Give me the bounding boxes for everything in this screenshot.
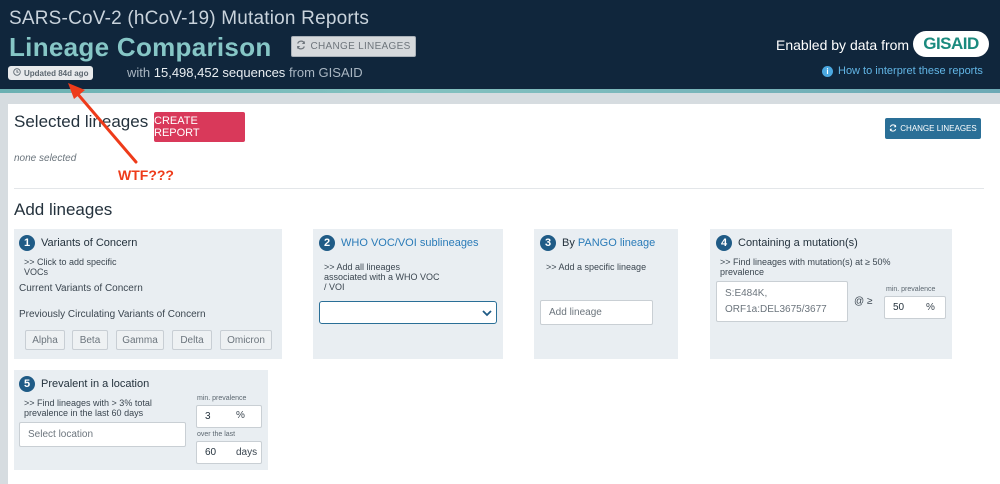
gisaid-logo[interactable]: GISAID [913, 31, 989, 57]
who-voc-select[interactable] [319, 301, 497, 324]
days-value: 60 [205, 447, 217, 458]
location-card-header: 5 Prevalent in a location [19, 376, 149, 392]
mutation-placeholder-line2: ORF1a:DEL3675/3677 [725, 303, 827, 315]
days-unit: days [236, 447, 258, 458]
mutation-placeholder-line1: S:E484K, [725, 287, 768, 299]
variant-delta-button[interactable]: Delta [172, 330, 212, 350]
sequences-summary: with 15,498,452 sequences from GISAID [127, 65, 363, 80]
refresh-icon [296, 40, 306, 53]
mutation-hint-line2: prevalence [720, 267, 765, 277]
app-title: SARS-CoV-2 (hCoV-19) Mutation Reports [9, 8, 370, 29]
change-lineages-button[interactable]: CHANGE LINEAGES [885, 118, 981, 139]
mutation-card-title: Containing a mutation(s) [738, 237, 858, 249]
location-min-prevalence-value: 3 [205, 411, 211, 422]
current-voc-label: Current Variants of Concern [19, 283, 143, 294]
variant-gamma-button[interactable]: Gamma [116, 330, 164, 350]
sequences-suffix: from GISAID [288, 65, 363, 80]
section-divider [14, 188, 984, 189]
step-number: 5 [19, 376, 35, 392]
voc-card-header: 1 Variants of Concern [19, 235, 137, 251]
location-hint: >> Find lineages with > 3% total prevale… [24, 398, 152, 418]
who-card-header: 2 WHO VOC/VOI sublineages [319, 235, 479, 251]
how-to-interpret-label: How to interpret these reports [838, 65, 983, 77]
none-selected-text: none selected [14, 153, 77, 164]
updated-badge: Updated 84d ago [8, 66, 94, 80]
location-percent-unit: % [236, 410, 245, 421]
refresh-icon [889, 123, 897, 134]
info-icon: i [822, 65, 833, 77]
over-the-last-label: over the last [197, 431, 236, 438]
mutation-hint-line1: >> Find lineages with mutation(s) at ≥ 5… [720, 257, 891, 267]
mutation-hint: >> Find lineages with mutation(s) at ≥ 5… [720, 257, 891, 277]
step-number: 1 [19, 235, 35, 251]
selected-lineages-title: Selected lineages [14, 112, 149, 131]
add-lineage-input[interactable]: Add lineage [540, 300, 653, 325]
step-number: 2 [319, 235, 335, 251]
step-number: 4 [716, 235, 732, 251]
page-title: Lineage Comparison [9, 32, 272, 62]
previous-voc-label: Previously Circulating Variants of Conce… [19, 309, 206, 320]
variant-alpha-button[interactable]: Alpha [25, 330, 65, 350]
pango-lineage-link[interactable]: PANGO lineage [578, 237, 655, 249]
sequences-count: 15,498,452 sequences [153, 65, 286, 80]
who-hint-line3: / VOI [324, 282, 345, 292]
voc-hint-line1: >> Click to add specific [24, 257, 117, 267]
location-hint-line2: prevalence in the last 60 days [24, 408, 144, 418]
mutation-min-prevalence-value: 50 [893, 302, 905, 313]
location-min-prevalence-label: min. prevalence [197, 395, 247, 402]
header-change-lineages-label: CHANGE LINEAGES [310, 41, 411, 52]
location-min-prevalence-input[interactable]: 3 [196, 405, 262, 428]
at-least-label: @ ≥ [854, 296, 873, 307]
mutation-card-header: 4 Containing a mutation(s) [716, 235, 858, 251]
sequences-prefix: with [127, 65, 151, 80]
how-to-interpret-link[interactable]: i How to interpret these reports [822, 65, 983, 77]
gisaid-logo-text: GISAID [923, 34, 979, 53]
voc-card-title: Variants of Concern [41, 237, 138, 249]
mutation-min-prevalence-label: min. prevalence [886, 286, 936, 293]
select-location-input[interactable]: Select location [19, 422, 186, 447]
header-change-lineages-button[interactable]: CHANGE LINEAGES [291, 36, 416, 57]
pango-hint: >> Add a specific lineage [546, 262, 647, 272]
select-location-placeholder: Select location [28, 429, 94, 440]
who-hint: >> Add all lineages associated with a WH… [324, 262, 440, 292]
variant-omicron-button[interactable]: Omicron [220, 330, 272, 350]
mutation-min-prevalence-input[interactable]: 50 [884, 296, 946, 319]
create-report-button[interactable]: CREATE REPORT [154, 112, 245, 142]
header-accent-strip [0, 89, 1000, 93]
who-sublineages-link[interactable]: WHO VOC/VOI sublineages [341, 237, 479, 249]
change-lineages-label: CHANGE LINEAGES [900, 124, 977, 133]
pango-title-prefix: By [562, 237, 575, 249]
location-hint-line1: >> Find lineages with > 3% total [24, 398, 152, 408]
who-hint-line1: >> Add all lineages [324, 262, 401, 272]
voc-hint: >> Click to add specific VOCs [24, 257, 117, 277]
voc-hint-line2: VOCs [24, 267, 49, 277]
variant-beta-button[interactable]: Beta [72, 330, 108, 350]
percent-unit: % [926, 302, 935, 313]
updated-badge-text: Updated 84d ago [24, 68, 89, 78]
who-hint-line2: associated with a WHO VOC [324, 272, 440, 282]
mutation-input[interactable]: S:E484K, ORF1a:DEL3675/3677 [716, 281, 848, 322]
chevron-down-icon [482, 310, 492, 317]
step-number: 3 [540, 235, 556, 251]
add-lineage-placeholder: Add lineage [549, 307, 602, 318]
annotation-text: WTF??? [118, 167, 174, 183]
enabled-by-text: Enabled by data from [776, 37, 910, 53]
clock-icon [13, 68, 21, 78]
add-lineages-title: Add lineages [14, 200, 113, 219]
pango-card-header: 3 By PANGO lineage [540, 235, 655, 251]
location-card-title: Prevalent in a location [41, 378, 150, 390]
